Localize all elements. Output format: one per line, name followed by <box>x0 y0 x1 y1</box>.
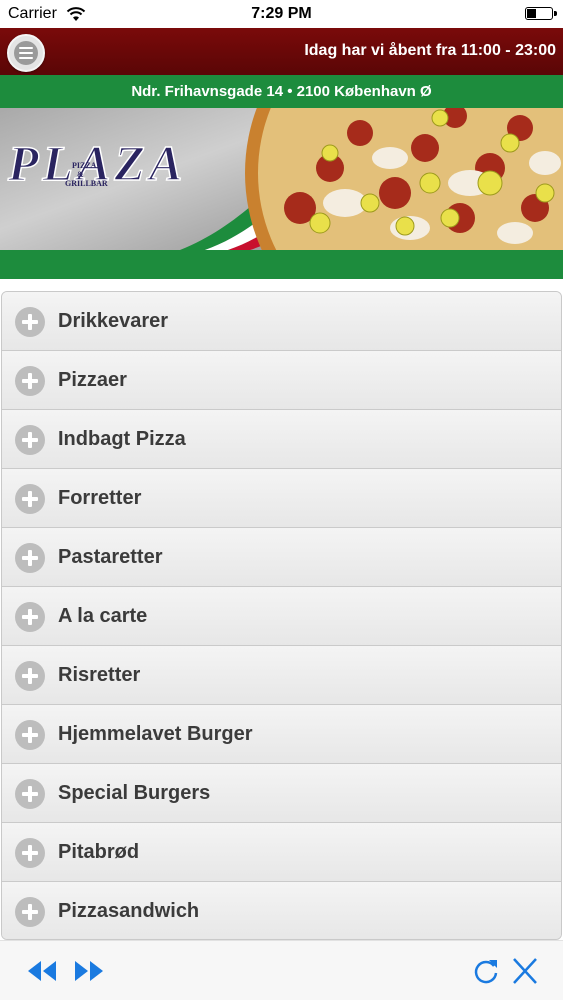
menu-category-hjemmelavet-burger[interactable]: Hjemmelavet Burger <box>2 705 561 764</box>
banner-bottom-strip <box>0 250 563 279</box>
close-icon[interactable] <box>509 957 541 985</box>
plus-icon <box>15 838 45 868</box>
hamburger-menu-button[interactable] <box>7 34 45 72</box>
menu-category-label: Pizzaer <box>58 369 127 391</box>
menu-category-label: Special Burgers <box>58 782 211 804</box>
plus-icon <box>15 720 45 750</box>
plaza-logo: PLAZA PIZZA & GRILLBAR <box>6 134 183 192</box>
menu-category-special-burgers[interactable]: Special Burgers <box>2 764 561 823</box>
browser-toolbar <box>0 940 563 1000</box>
opening-hours: Idag har vi åbent fra 11:00 - 23:00 <box>304 42 556 59</box>
menu-category-label: Forretter <box>58 487 142 509</box>
menu-category-pizzasandwich[interactable]: Pizzasandwich <box>2 882 561 939</box>
menu-category-pizzaer[interactable]: Pizzaer <box>2 351 561 410</box>
svg-text:GRILLBAR: GRILLBAR <box>65 179 108 188</box>
menu-category-pitabrod[interactable]: Pitabrød <box>2 823 561 882</box>
fast-forward-icon[interactable] <box>73 957 105 985</box>
address-bar: Ndr. Frihavnsgade 14 • 2100 København Ø <box>0 75 563 108</box>
menu-category-a-la-carte[interactable]: A la carte <box>2 587 561 646</box>
menu-category-indbagt-pizza[interactable]: Indbagt Pizza <box>2 410 561 469</box>
menu-category-label: Pitabrød <box>58 841 140 863</box>
menu-category-forretter[interactable]: Forretter <box>2 469 561 528</box>
svg-text:PIZZA: PIZZA <box>72 161 97 170</box>
plus-icon <box>15 307 45 337</box>
clock: 7:29 PM <box>251 5 312 22</box>
battery-icon <box>525 7 557 20</box>
menu-category-label: Pizzasandwich <box>58 900 200 922</box>
plus-icon <box>15 779 45 809</box>
menu-category-label: Hjemmelavet Burger <box>58 723 253 745</box>
refresh-icon[interactable] <box>470 957 502 985</box>
menu-category-label: Pastaretter <box>58 546 163 568</box>
restaurant-banner: PLAZA PIZZA & GRILLBAR <box>0 108 563 250</box>
plus-icon <box>15 366 45 396</box>
status-bar: Carrier 7:29 PM <box>0 0 563 28</box>
menu-category-drikkevarer[interactable]: Drikkevarer <box>2 292 561 351</box>
menu-category-label: A la carte <box>58 605 148 627</box>
menu-category-risretter[interactable]: Risretter <box>2 646 561 705</box>
plus-icon <box>15 425 45 455</box>
menu-category-label: Indbagt Pizza <box>58 428 186 450</box>
plus-icon <box>15 897 45 927</box>
menu-category-pastaretter[interactable]: Pastaretter <box>2 528 561 587</box>
plus-icon <box>15 543 45 573</box>
menu-category-label: Risretter <box>58 664 141 686</box>
plus-icon <box>15 602 45 632</box>
svg-text:&: & <box>77 170 84 179</box>
rewind-icon[interactable] <box>26 957 58 985</box>
menu-category-list: Drikkevarer Pizzaer Indbagt Pizza Forret… <box>1 291 562 940</box>
plus-icon <box>15 484 45 514</box>
plus-icon <box>15 661 45 691</box>
hamburger-icon <box>14 41 38 65</box>
menu-category-label: Drikkevarer <box>58 310 169 332</box>
